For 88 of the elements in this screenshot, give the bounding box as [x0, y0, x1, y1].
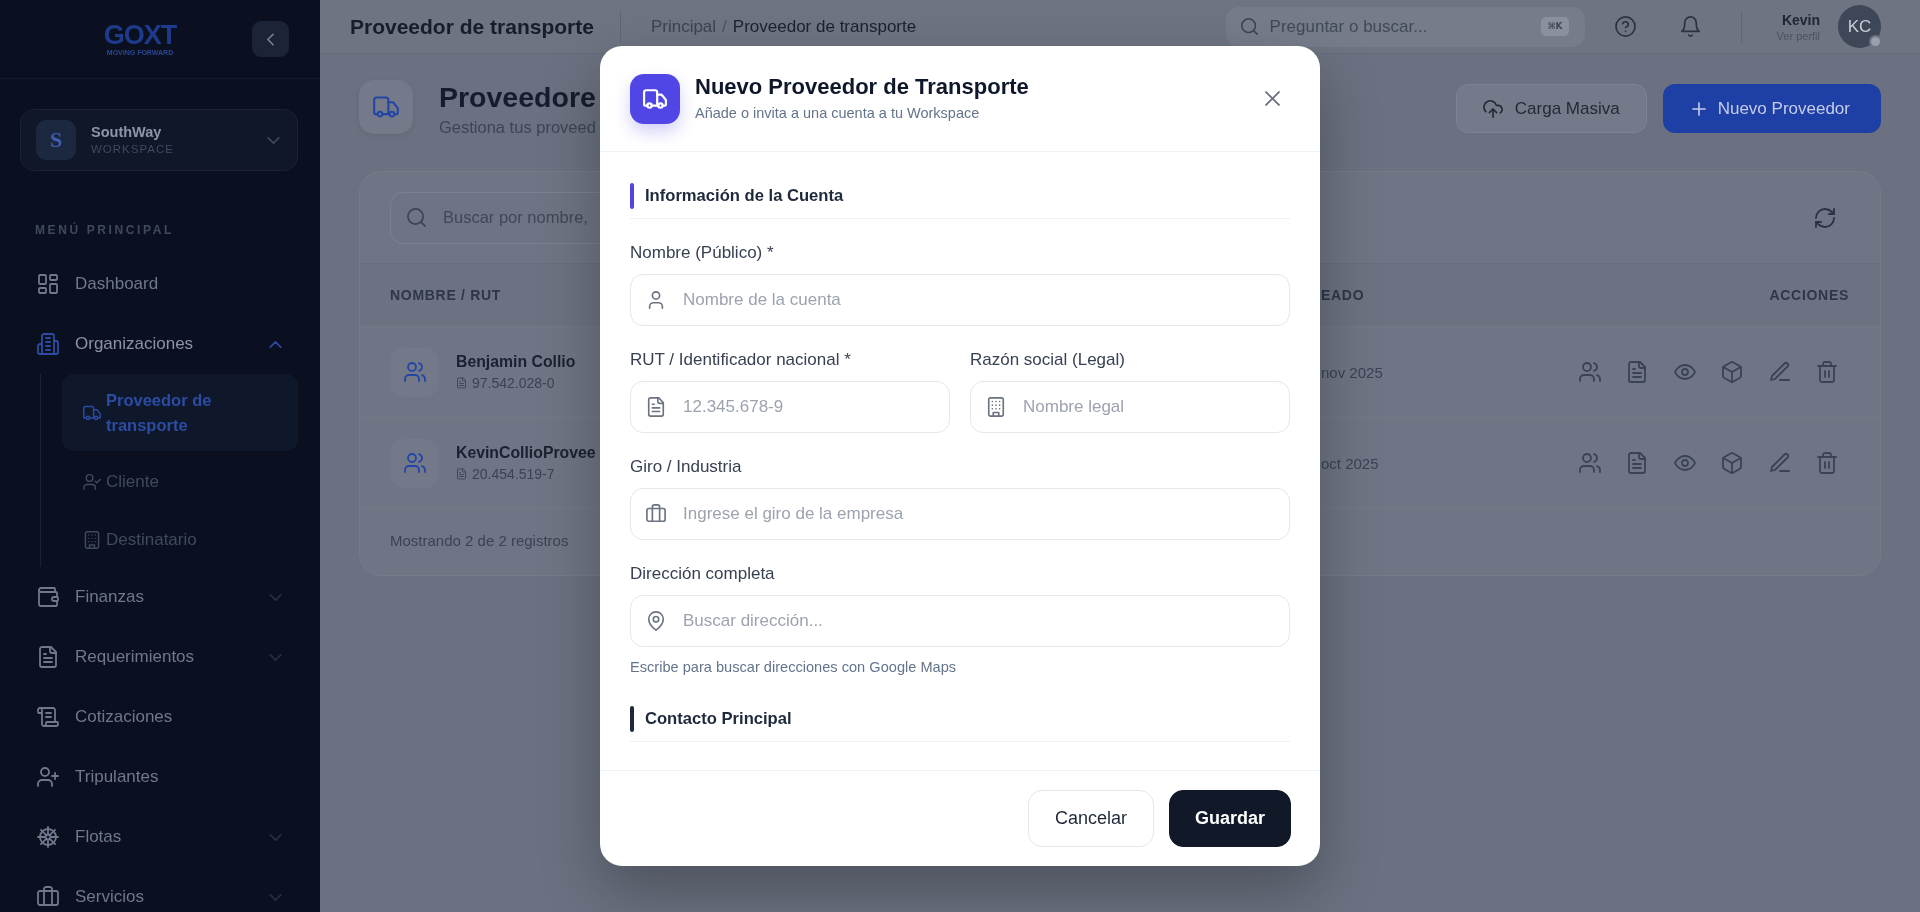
provider-name: KevinCollioProvee — [456, 443, 596, 462]
breadcrumb-separator: / — [722, 16, 727, 37]
briefcase-icon — [646, 504, 666, 524]
scroll-icon — [37, 706, 59, 728]
wallet-icon — [37, 586, 59, 608]
page-title: Proveedor de transporte — [350, 14, 594, 39]
building-icon — [83, 530, 101, 549]
truck-icon — [83, 403, 101, 422]
eye-icon[interactable] — [1673, 452, 1696, 474]
eye-icon[interactable] — [1673, 361, 1696, 383]
document-icon — [456, 377, 467, 389]
close-icon[interactable] — [1265, 91, 1280, 106]
truck-icon — [359, 80, 413, 134]
pencil-icon[interactable] — [1768, 361, 1791, 383]
person-icon — [646, 290, 666, 310]
briefcase-icon — [37, 886, 59, 908]
sidebar-item[interactable]: Finanzas — [0, 567, 320, 627]
dashboard-icon — [37, 273, 59, 295]
map-pin-icon — [646, 611, 666, 631]
sidebar-item[interactable]: Dashboard — [0, 254, 320, 314]
truck-icon — [630, 73, 680, 124]
dialog-title: Nuevo Proveedor de Transporte — [695, 73, 1029, 100]
sidebar-item[interactable]: Cotizaciones — [0, 687, 320, 747]
box-icon[interactable] — [1721, 361, 1744, 383]
new-provider-button[interactable]: Nuevo Proveedor — [1662, 84, 1881, 133]
breadcrumb-current: Proveedor de transporte — [732, 16, 917, 37]
sidebar-subitem[interactable]: Proveedor de transporte — [62, 374, 298, 451]
search-icon — [1240, 18, 1258, 35]
field-label: Giro / Industria — [630, 456, 743, 477]
column-header: EADO — [1321, 287, 1365, 303]
ship-wheel-icon — [37, 826, 59, 848]
sidebar-item[interactable]: Organizaciones — [0, 314, 320, 374]
user-avatar[interactable]: KC — [1838, 5, 1881, 48]
pencil-icon[interactable] — [1768, 452, 1791, 474]
section-title: Contacto Principal — [645, 708, 792, 730]
cloud-upload-icon — [1482, 98, 1503, 119]
users-icon — [390, 438, 439, 488]
input-field[interactable]: Nombre de la cuenta — [630, 274, 1290, 326]
document-icon — [456, 468, 467, 480]
users-icon[interactable] — [1579, 452, 1602, 474]
column-header: ACCIONES — [1769, 287, 1849, 303]
section-title: Información de la Cuenta — [645, 185, 844, 207]
status-dot-icon — [1869, 35, 1882, 48]
sidebar-item[interactable]: Flotas — [0, 807, 320, 867]
input-field[interactable]: Nombre legal — [970, 381, 1290, 433]
page-heading: Proveedore — [439, 80, 596, 114]
document-icon — [37, 646, 59, 668]
field-label: Dirección completa — [630, 563, 776, 584]
dialog-subtitle: Añade o invita a una cuenta a tu Workspace — [695, 104, 981, 122]
search-icon — [407, 208, 426, 227]
column-header: NOMBRE / RUT — [390, 287, 502, 303]
bell-icon[interactable] — [1679, 16, 1701, 37]
trash-icon[interactable] — [1816, 452, 1838, 474]
user-plus-icon — [37, 766, 59, 788]
field-label: Nombre (Público) * — [630, 242, 775, 263]
logo-wordmark: GOXT — [103, 21, 177, 48]
user-check-icon — [83, 472, 101, 491]
save-button[interactable]: Guardar — [1168, 790, 1291, 847]
field-label: RUT / Identificador nacional * — [630, 349, 852, 370]
workspace-avatar: S — [36, 120, 76, 160]
document-icon — [646, 397, 666, 417]
user-name: Kevin — [1781, 10, 1820, 29]
refresh-icon[interactable] — [1814, 206, 1836, 229]
help-text: Escribe para buscar direcciones con Google Maps — [630, 658, 958, 676]
field-label: Razón social (Legal) — [970, 349, 1126, 370]
buildings-icon — [37, 333, 59, 355]
building-icon — [986, 397, 1006, 417]
input-field[interactable]: 12.345.678-9 — [630, 381, 950, 433]
document-icon[interactable] — [1626, 452, 1649, 474]
box-icon[interactable] — [1721, 452, 1744, 474]
users-icon — [390, 347, 439, 397]
provider-name: Benjamin Collio — [456, 352, 576, 371]
sidebar-item[interactable]: Servicios — [0, 867, 320, 912]
users-icon[interactable] — [1579, 361, 1602, 383]
input-field[interactable]: Ingrese el giro de la empresa — [630, 488, 1290, 540]
document-icon[interactable] — [1626, 361, 1649, 383]
plus-icon — [1691, 101, 1706, 116]
help-icon[interactable] — [1614, 16, 1636, 37]
chevron-down-icon — [267, 136, 280, 144]
sidebar-item[interactable]: Tripulantes — [0, 747, 320, 807]
trash-icon[interactable] — [1816, 361, 1838, 383]
sidebar-item[interactable]: Requerimientos — [0, 627, 320, 687]
collapse-button[interactable] — [252, 21, 289, 57]
cancel-button[interactable]: Cancelar — [1027, 790, 1154, 847]
input-field[interactable]: Buscar dirección... — [630, 595, 1290, 647]
chevron-left-icon — [267, 32, 274, 46]
menu-section-title: MENÚ PRINCIPAL — [35, 222, 175, 238]
bulk-upload-button[interactable]: Carga Masiva — [1455, 84, 1647, 133]
